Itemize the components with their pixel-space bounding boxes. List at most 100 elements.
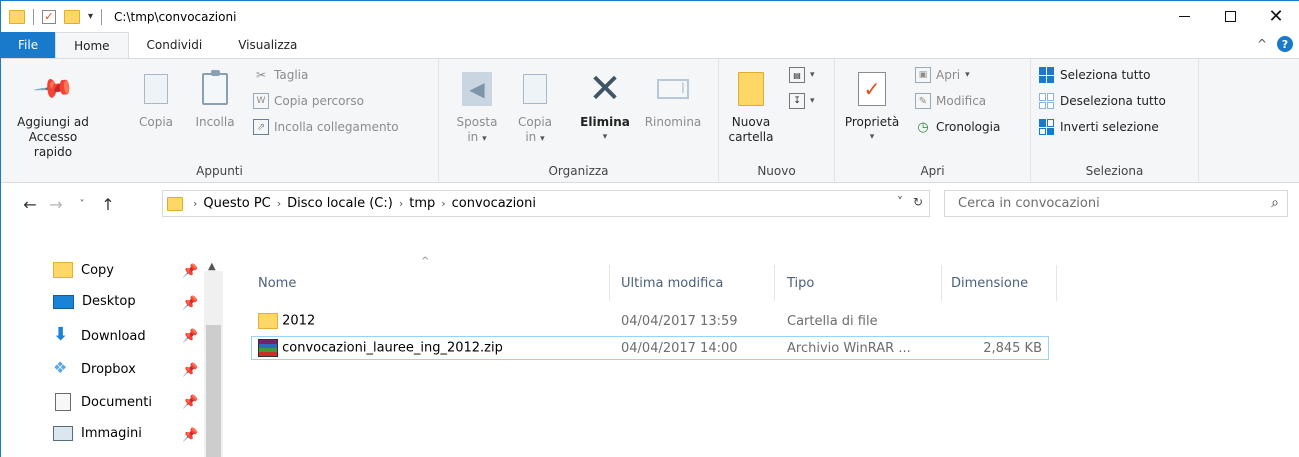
group-open: ✓ Proprietà ▾ ▣ Apri ▾ ✎ Modifica ◷ Cron… (835, 59, 1031, 182)
invert-selection-button[interactable]: Inverti selezione (1039, 119, 1159, 135)
nav-item-label: Immagini (81, 426, 142, 441)
breadcrumb-separator[interactable]: › (441, 197, 445, 210)
close-button[interactable]: ✕ (1253, 1, 1299, 32)
rename-label: Rinomina (644, 115, 702, 129)
nav-scrollbar[interactable] (204, 271, 223, 457)
up-button[interactable]: ↑ (97, 195, 119, 214)
address-dropdown-icon[interactable]: ˅ (897, 195, 903, 209)
group-select: Seleziona tutto Deseleziona tutto Invert… (1031, 59, 1199, 182)
breadcrumb-separator[interactable]: › (277, 197, 281, 210)
column-header-type[interactable]: Tipo (787, 265, 937, 301)
breadcrumb-this-pc[interactable]: Questo PC (203, 196, 270, 211)
group-label-open: Apri (920, 164, 945, 178)
breadcrumb-separator[interactable]: › (399, 197, 403, 210)
pinned-icon: 📌 (182, 363, 199, 378)
pin-icon: 📌 (31, 66, 76, 111)
file-row-selected[interactable]: convocazioni_lauree_ing_2012.zip 04/04/2… (251, 336, 1049, 360)
tab-share[interactable]: Condividi (129, 32, 221, 58)
properties-quick-icon[interactable]: ✓ (42, 9, 56, 24)
search-box[interactable]: Cerca in convocazioni ⌕ (944, 190, 1288, 217)
file-type: Cartella di file (787, 313, 878, 329)
move-to-label-1: Sposta (456, 115, 498, 129)
cut-button[interactable]: ✂ Taglia (253, 67, 308, 83)
nav-item-dropbox[interactable]: ❖ Dropbox (53, 360, 136, 377)
maximize-button[interactable] (1207, 1, 1253, 32)
easy-access-button[interactable]: ↧ ▾ (789, 93, 815, 109)
search-icon[interactable]: ⌕ (1271, 195, 1279, 211)
select-all-icon (1039, 67, 1055, 83)
breadcrumb-separator[interactable]: › (193, 197, 197, 210)
rename-button[interactable]: I Rinomina (637, 71, 709, 130)
paste-button[interactable]: Incolla (190, 70, 240, 130)
new-folder-button[interactable]: Nuova cartella (725, 71, 777, 145)
nav-item-desktop[interactable]: Desktop (53, 294, 136, 309)
address-bar[interactable]: › Questo PC › Disco locale (C:) › tmp › … (162, 190, 930, 217)
paste-shortcut-button[interactable]: ⇗ Incolla collegamento (253, 119, 399, 135)
column-divider[interactable] (941, 265, 942, 301)
copy-button[interactable]: Copia (134, 71, 178, 130)
breadcrumb-tmp[interactable]: tmp (409, 196, 435, 211)
properties-button[interactable]: ✓ Proprietà ▾ (841, 71, 903, 145)
open-button[interactable]: ▣ Apri ▾ (915, 67, 970, 83)
nav-item-copy[interactable]: Copy (53, 262, 114, 278)
delete-button[interactable]: ✕ Elimina ▾ (577, 66, 633, 145)
column-header-label: Nome (258, 275, 297, 291)
new-folder-quick-icon[interactable] (64, 9, 80, 24)
column-divider[interactable] (1056, 265, 1057, 301)
select-all-button[interactable]: Seleziona tutto (1039, 67, 1151, 83)
new-folder-label-1: Nuova (731, 115, 771, 129)
documents-icon (55, 393, 71, 411)
copy-path-button[interactable]: W Copia percorso (253, 93, 364, 109)
customize-toolbar-icon[interactable]: ▾ (88, 11, 93, 22)
search-placeholder: Cerca in convocazioni (958, 196, 1100, 211)
move-to-button[interactable]: ◀ Sposta in ▾ (453, 71, 501, 147)
move-to-icon: ◀ (462, 72, 492, 106)
explorer-window: ✓ ▾ C:\tmp\convocazioni ✕ File Home Cond… (0, 0, 1299, 457)
minimize-button[interactable] (1161, 1, 1207, 32)
file-row[interactable]: 2012 04/04/2017 13:59 Cartella di file (251, 309, 1049, 333)
invert-selection-label: Inverti selezione (1060, 120, 1159, 134)
column-header-modified[interactable]: Ultima modifica (621, 265, 771, 301)
column-header-size[interactable]: Dimensione (951, 265, 1051, 301)
pinned-icon: 📌 (182, 395, 199, 410)
file-size: 2,845 KB (983, 340, 1042, 356)
column-divider[interactable] (609, 265, 610, 301)
nav-item-pictures[interactable]: Immagini (53, 426, 142, 441)
column-divider[interactable] (774, 265, 775, 301)
tab-view[interactable]: Visualizza (220, 32, 315, 58)
nav-item-download[interactable]: ⬇ Download (53, 326, 146, 345)
tab-home[interactable]: Home (55, 32, 129, 58)
delete-icon: ✕ (588, 66, 622, 112)
forward-button[interactable]: → (45, 195, 67, 214)
breadcrumb-convocazioni[interactable]: convocazioni (452, 196, 536, 211)
copy-to-button[interactable]: Copia in ▾ (511, 71, 559, 147)
delete-caret-icon[interactable]: ▾ (603, 130, 608, 145)
pin-label-1: Aggiungi ad (17, 115, 89, 129)
folder-icon (167, 196, 183, 211)
paste-icon (202, 70, 228, 105)
file-name: convocazioni_lauree_ing_2012.zip (282, 340, 503, 356)
nav-item-label: Copy (81, 262, 114, 278)
tab-file[interactable]: File (1, 32, 56, 58)
nav-item-label: Desktop (82, 294, 136, 309)
breadcrumb-local-disk[interactable]: Disco locale (C:) (287, 196, 393, 211)
column-header-name[interactable]: Nome (258, 265, 608, 301)
history-button[interactable]: ◷ Cronologia (915, 119, 1000, 135)
easy-access-icon: ↧ (789, 93, 805, 109)
pinned-icon: 📌 (182, 296, 199, 311)
collapse-ribbon-icon[interactable]: ^ (1257, 37, 1267, 51)
recent-locations-icon[interactable]: ˅ (71, 199, 93, 210)
back-button[interactable]: ← (19, 195, 41, 214)
navigation-pane: ▲ Copy 📌 Desktop 📌 ⬇ Download 📌 ❖ Dropbo… (1, 251, 225, 457)
new-item-button[interactable]: ▤ ▾ (789, 67, 815, 83)
edit-button[interactable]: ✎ Modifica (915, 93, 986, 109)
nav-item-documents[interactable]: Documenti (53, 393, 152, 411)
winrar-archive-icon (258, 339, 278, 357)
nav-scrollbar-thumb[interactable] (206, 325, 221, 457)
select-none-button[interactable]: Deseleziona tutto (1039, 93, 1166, 109)
copy-to-label-2-text: in (525, 130, 537, 144)
navigation-bar: ← → ˅ ↑ › Questo PC › Disco locale (C:) … (1, 183, 1299, 227)
help-icon[interactable]: ? (1277, 36, 1293, 52)
pin-quick-access-button[interactable]: 📌 Aggiungi ad Accesso rapido (11, 66, 95, 160)
refresh-icon[interactable]: ↻ (913, 195, 923, 209)
